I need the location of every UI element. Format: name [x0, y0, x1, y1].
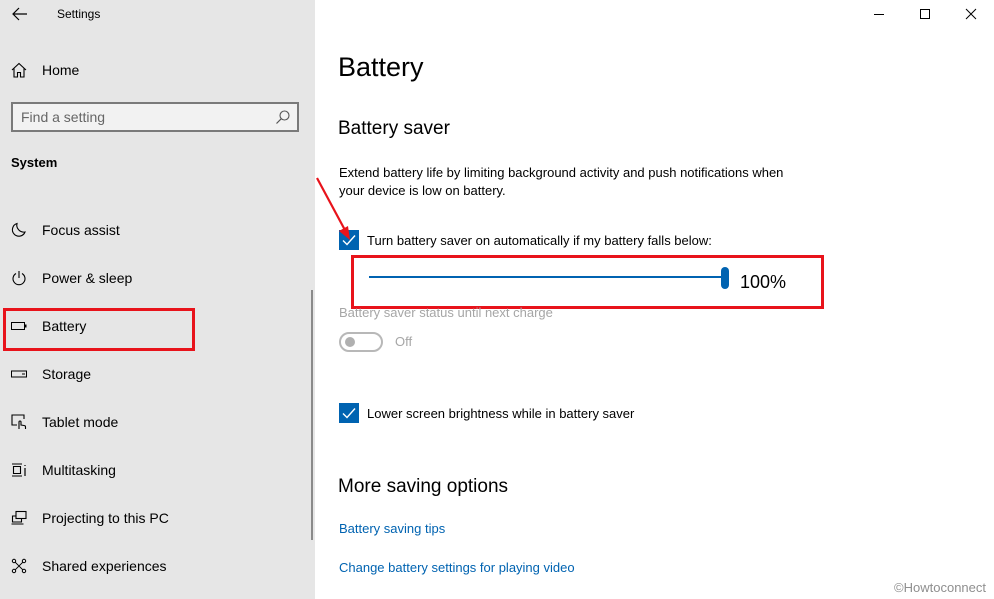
- sidebar-item-label: Battery: [42, 318, 87, 334]
- projecting-icon: [10, 509, 28, 527]
- search-input[interactable]: [21, 108, 271, 126]
- sidebar-item-shared-experiences[interactable]: Shared experiences: [0, 546, 315, 586]
- sidebar-item-tablet-mode[interactable]: Tablet mode: [0, 402, 315, 442]
- sidebar-item-projecting[interactable]: Projecting to this PC: [0, 498, 315, 538]
- sidebar-item-label: Multitasking: [42, 462, 116, 478]
- battery-saver-status-label: Battery saver status until next charge: [339, 305, 553, 320]
- search-icon[interactable]: [275, 109, 291, 125]
- minimize-icon: [874, 14, 884, 15]
- video-battery-settings-link[interactable]: Change battery settings for playing vide…: [339, 560, 575, 575]
- checkmark-icon: [342, 235, 356, 246]
- sidebar-item-label: Projecting to this PC: [42, 510, 169, 526]
- close-button[interactable]: [948, 0, 994, 28]
- more-saving-options-heading: More saving options: [338, 476, 509, 497]
- sidebar: Settings Home System Focus assist Power …: [0, 0, 315, 599]
- back-arrow-icon: [12, 7, 27, 21]
- battery-threshold-slider[interactable]: [369, 266, 729, 290]
- section-label-system: System: [11, 155, 58, 170]
- sidebar-item-battery[interactable]: Battery: [0, 306, 315, 346]
- maximize-icon: [920, 9, 930, 19]
- sidebar-item-storage[interactable]: Storage: [0, 354, 315, 394]
- multitasking-icon: [10, 461, 28, 479]
- search-box[interactable]: [11, 102, 299, 132]
- sidebar-item-label: Power & sleep: [42, 270, 133, 286]
- sidebar-item-home[interactable]: Home: [0, 50, 315, 90]
- sidebar-item-label: Tablet mode: [42, 414, 119, 430]
- sidebar-scrollbar[interactable]: [311, 290, 313, 540]
- auto-battery-saver-checkbox-row[interactable]: Turn battery saver on automatically if m…: [339, 230, 712, 250]
- page-title: Battery: [338, 52, 424, 82]
- sidebar-item-label: Storage: [42, 366, 92, 382]
- close-icon: [965, 8, 977, 20]
- sidebar-item-label: Focus assist: [42, 222, 120, 238]
- battery-saver-heading: Battery saver: [338, 118, 450, 139]
- back-button[interactable]: [10, 4, 30, 24]
- sidebar-item-multitasking[interactable]: Multitasking: [0, 450, 315, 490]
- shared-experiences-icon: [10, 557, 28, 575]
- auto-battery-saver-label: Turn battery saver on automatically if m…: [367, 232, 712, 248]
- watermark: ©Howtoconnect: [894, 580, 986, 595]
- tablet-mode-icon: [10, 413, 28, 431]
- lower-brightness-checkbox[interactable]: [339, 403, 359, 423]
- storage-icon: [10, 365, 28, 383]
- battery-saver-status-state: Off: [395, 334, 413, 349]
- sidebar-item-power-sleep[interactable]: Power & sleep: [0, 258, 315, 298]
- auto-battery-saver-checkbox[interactable]: [339, 230, 359, 250]
- battery-saving-tips-link[interactable]: Battery saving tips: [339, 521, 445, 536]
- moon-icon: [10, 221, 28, 239]
- app-title: Settings: [57, 7, 101, 21]
- slider-fill: [369, 276, 725, 278]
- toggle-knob: [345, 337, 355, 347]
- sidebar-item-label: Home: [42, 62, 80, 78]
- minimize-button[interactable]: [856, 0, 902, 28]
- lower-brightness-checkbox-row[interactable]: Lower screen brightness while in battery…: [339, 403, 634, 423]
- slider-thumb[interactable]: [721, 267, 729, 289]
- battery-saver-description: Extend battery life by limiting backgrou…: [339, 165, 784, 198]
- sidebar-item-label: Shared experiences: [42, 558, 167, 574]
- battery-icon: [10, 317, 28, 335]
- battery-threshold-value: 100%: [740, 272, 787, 292]
- maximize-button[interactable]: [902, 0, 948, 28]
- home-icon: [10, 61, 28, 79]
- battery-saver-status-toggle[interactable]: [339, 332, 383, 352]
- power-icon: [10, 269, 28, 287]
- lower-brightness-label: Lower screen brightness while in battery…: [367, 405, 635, 421]
- sidebar-item-focus-assist[interactable]: Focus assist: [0, 210, 315, 250]
- checkmark-icon: [342, 408, 356, 419]
